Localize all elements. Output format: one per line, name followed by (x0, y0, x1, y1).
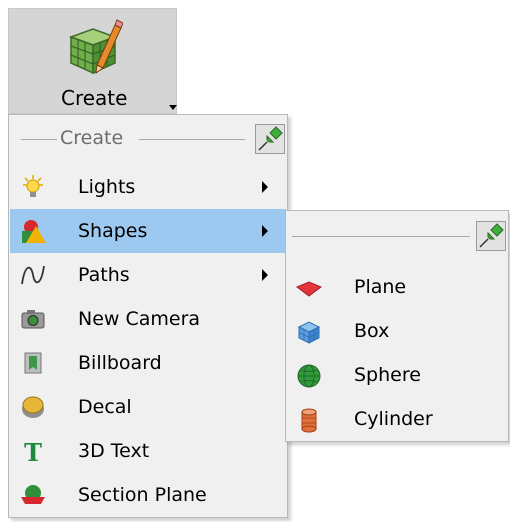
menu-item-shapes[interactable]: Shapes (10, 209, 286, 253)
cylinder-icon (301, 408, 317, 433)
create-ribbon-button[interactable]: Create (8, 8, 177, 114)
menu-item-label: New Camera (78, 308, 201, 330)
path-curve-icon (21, 265, 45, 285)
submenu-header-divider (292, 236, 470, 237)
submenu-item-label: Cylinder (354, 408, 433, 430)
shapes-icon (22, 220, 46, 243)
submenu-arrow-icon (262, 181, 268, 193)
shapes-submenu: Plane Box Sphere Cylinder (285, 210, 509, 442)
section-plane-icon (21, 485, 45, 504)
submenu-arrow-icon (262, 225, 268, 237)
header-divider-right (139, 139, 245, 140)
create-button-label: Create (61, 86, 128, 110)
menu-item-paths[interactable]: Paths (10, 253, 286, 297)
decal-icon (22, 396, 44, 418)
sphere-icon (297, 364, 321, 388)
submenu-item-box[interactable]: Box (286, 309, 508, 353)
menu-item-label: Lights (78, 176, 136, 198)
pin-menu-button[interactable] (255, 124, 285, 154)
menu-item-label: Billboard (78, 352, 162, 374)
header-divider-left (21, 139, 57, 140)
menu-item-3d-text[interactable]: T 3D Text (10, 429, 286, 473)
menu-item-billboard[interactable]: Billboard (10, 341, 286, 385)
menu-item-section-plane[interactable]: Section Plane (10, 473, 286, 517)
pin-submenu-button[interactable] (476, 221, 506, 251)
menu-item-label: Decal (78, 396, 132, 418)
cube-pencil-icon (68, 19, 123, 75)
lightbulb-icon (23, 175, 43, 197)
submenu-item-label: Sphere (354, 364, 421, 386)
menu-header-title: Create (60, 127, 124, 149)
menu-item-new-camera[interactable]: New Camera (10, 297, 286, 341)
svg-text:T: T (24, 438, 42, 464)
billboard-icon (24, 352, 42, 374)
submenu-item-label: Box (354, 320, 390, 342)
pin-icon (479, 223, 504, 248)
pin-icon (258, 126, 283, 151)
plane-icon (296, 281, 322, 297)
camera-icon (21, 310, 45, 329)
submenu-item-plane[interactable]: Plane (286, 265, 508, 309)
submenu-item-label: Plane (354, 276, 407, 298)
submenu-arrow-icon (262, 269, 268, 281)
menu-item-lights[interactable]: Lights (10, 165, 286, 209)
submenu-item-sphere[interactable]: Sphere (286, 353, 508, 397)
menu-header: Create (9, 121, 287, 159)
menu-item-decal[interactable]: Decal (10, 385, 286, 429)
box-icon (297, 321, 321, 344)
create-menu: Create Lights Shapes Paths New Camera Bi… (8, 114, 288, 518)
chevron-down-icon[interactable] (169, 105, 177, 110)
submenu-item-cylinder[interactable]: Cylinder (286, 397, 508, 441)
menu-item-label: Paths (78, 264, 130, 286)
menu-item-label: Shapes (78, 220, 148, 242)
menu-item-label: Section Plane (78, 484, 207, 506)
text-3d-icon: T (24, 438, 42, 464)
menu-item-label: 3D Text (78, 440, 150, 462)
